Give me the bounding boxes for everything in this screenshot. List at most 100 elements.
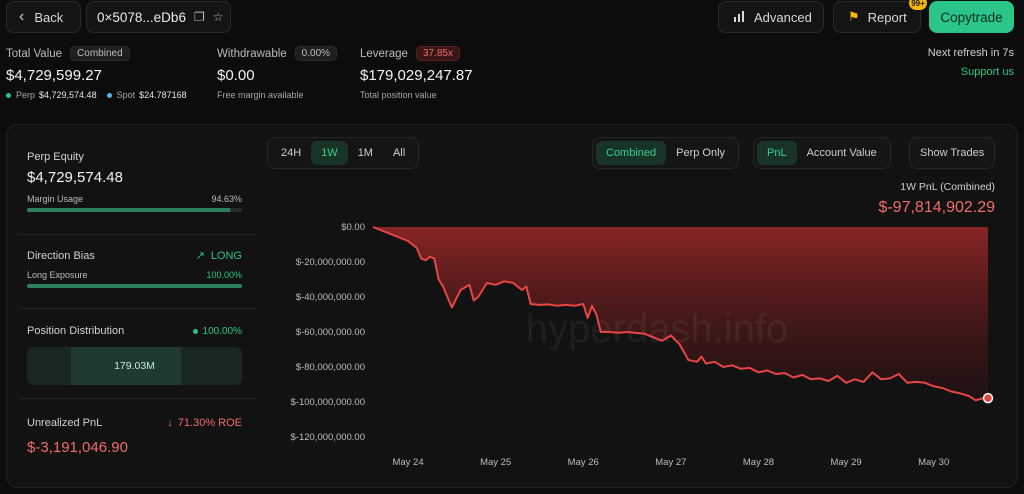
leverage-label: Leverage: [360, 47, 408, 60]
account-stats: Total Value Combined $4,729,599.27 Perp …: [0, 44, 1024, 110]
perp-value: $4,729,574.48: [39, 90, 97, 100]
distribution-value: 179.03M: [114, 360, 155, 372]
view-tab-perp-only[interactable]: Perp Only: [666, 141, 735, 165]
distribution-dot: [192, 328, 198, 334]
direction-bias-card: Direction Bias ↗ LONG Long Exposure 100.…: [27, 249, 242, 288]
portfolio-panel: Perp Equity $4,729,574.48 Margin Usage 9…: [6, 124, 1018, 488]
long-exposure-value: 100.00%: [206, 270, 242, 280]
y-tick-label: $-60,000,000.00: [296, 327, 365, 338]
spot-dot: [106, 92, 112, 98]
back-label: Back: [34, 9, 64, 25]
perp-equity-value: $4,729,574.48: [27, 169, 123, 186]
range-tab-all[interactable]: All: [383, 141, 415, 165]
pnl-chart-svg: $0.00 $-20,000,000.00 $-40,000,000.00 $-60,…: [291, 222, 994, 468]
x-tick-label: May 29: [830, 457, 861, 468]
arrow-down-icon: ↓: [167, 417, 173, 429]
position-distribution-pct: 100.00%: [202, 325, 242, 337]
divider: [19, 398, 258, 399]
view-tab-combined[interactable]: Combined: [596, 141, 667, 165]
margin-usage-label: Margin Usage: [27, 194, 84, 204]
perp-dot: [6, 92, 11, 98]
spot-label: Spot: [116, 90, 136, 100]
y-tick-label: $-100,000,000.00: [291, 397, 365, 408]
withdrawable-label: Withdrawable: [217, 47, 287, 60]
star-icon[interactable]: ☆: [213, 10, 224, 24]
y-tick-label: $-80,000,000.00: [296, 362, 365, 373]
support-link[interactable]: Support us: [961, 66, 1014, 78]
x-tick-label: May 25: [480, 457, 511, 468]
long-exposure-fill: [27, 284, 242, 288]
y-tick-label: $-20,000,000.00: [296, 257, 365, 268]
y-tick-label: $-120,000,000.00: [291, 432, 365, 443]
direction-bias-value: LONG: [210, 249, 242, 262]
y-tick-label: $0.00: [341, 222, 365, 233]
perp-equity-title: Perp Equity: [27, 151, 84, 163]
unrealized-pnl-title: Unrealized PnL: [27, 417, 103, 429]
perp-equity-card: Perp Equity $4,729,574.48 Margin Usage 9…: [27, 151, 242, 212]
report-label: Report: [867, 9, 907, 25]
margin-usage-value: 94.63%: [211, 194, 242, 204]
divider: [19, 308, 258, 309]
x-tick-label: May 27: [655, 457, 686, 468]
leverage-stat: Leverage 37.85x $179,029,247.87 Total po…: [360, 46, 473, 100]
advanced-label: Advanced: [754, 9, 812, 25]
position-distribution-title: Position Distribution: [27, 325, 125, 337]
view-selector: Combined Perp Only: [592, 137, 740, 169]
last-point-marker: [982, 392, 994, 404]
unrealized-pnl-card: Unrealized PnL ↓ 71.30% ROE $-3,191,046.…: [27, 417, 242, 456]
total-value-stat: Total Value Combined $4,729,599.27 Perp …: [6, 46, 197, 100]
perp-label: Perp: [16, 90, 36, 100]
range-tab-1m[interactable]: 1M: [348, 141, 383, 165]
position-distribution-card: Position Distribution 100.00% 179.03M: [27, 325, 242, 385]
roe-value: 71.30% ROE: [177, 417, 242, 429]
margin-usage-fill: [27, 208, 231, 212]
distribution-box[interactable]: 179.03M: [27, 347, 242, 385]
divider: [19, 234, 258, 235]
withdrawable-value: $0.00: [217, 67, 255, 84]
copy-icon[interactable]: ❐: [194, 10, 205, 24]
unrealized-pnl-value: $-3,191,046.90: [27, 439, 128, 456]
wallet-address-chip[interactable]: 0×5078...eDb6 ❐ ☆: [86, 1, 231, 33]
chevron-left-icon: ‹: [19, 8, 25, 25]
trend-up-icon: ↗: [195, 250, 205, 262]
leverage-sub: Total position value: [360, 90, 437, 100]
spot-value: $24.787168: [139, 90, 187, 100]
x-tick-label: May 24: [392, 457, 423, 468]
wallet-address: 0×5078...eDb6: [97, 9, 186, 25]
show-trades-label: Show Trades: [920, 147, 985, 159]
leverage-tag: 37.85x: [415, 46, 460, 61]
x-tick-label: May 28: [743, 457, 774, 468]
top-bar: ‹ Back 0×5078...eDb6 ❐ ☆ Advanced ⚑ Repo…: [0, 0, 1024, 36]
watermark: hyperdash.info: [526, 307, 788, 351]
combined-tag: Combined: [70, 46, 130, 61]
range-selector: 24H 1W 1M All: [267, 137, 420, 169]
metric-tab-account-value[interactable]: Account Value: [797, 141, 887, 165]
x-tick-label: May 26: [568, 457, 599, 468]
refresh-timer: Next refresh in 7s: [927, 47, 1014, 59]
x-tick-label: May 30: [918, 457, 949, 468]
direction-bias-title: Direction Bias: [27, 249, 95, 262]
withdrawable-sub: Free margin available: [217, 90, 304, 100]
metric-selector: PnL Account Value: [753, 137, 891, 169]
withdrawable-stat: Withdrawable 0.00% $0.00 Free margin ava…: [217, 46, 338, 100]
long-exposure-label: Long Exposure: [27, 270, 88, 280]
advanced-button[interactable]: Advanced: [718, 1, 824, 33]
report-button[interactable]: ⚑ Report: [833, 1, 921, 33]
range-tab-1w[interactable]: 1W: [311, 141, 348, 165]
y-tick-label: $-40,000,000.00: [296, 292, 365, 303]
back-button[interactable]: ‹ Back: [6, 1, 81, 33]
leverage-value: $179,029,247.87: [360, 67, 473, 84]
metric-tab-pnl[interactable]: PnL: [757, 141, 797, 165]
margin-usage-bar: [27, 208, 242, 212]
withdrawable-tag: 0.00%: [294, 46, 338, 61]
report-badge: 99+: [909, 0, 927, 10]
copytrade-button[interactable]: Copytrade: [929, 1, 1014, 33]
bar-chart-icon: [733, 10, 746, 25]
show-trades-button[interactable]: Show Trades: [909, 137, 996, 169]
range-tab-24h[interactable]: 24H: [271, 141, 311, 165]
total-value-label: Total Value: [6, 47, 63, 60]
total-value: $4,729,599.27: [6, 67, 102, 84]
pnl-chart[interactable]: $0.00 $-20,000,000.00 $-40,000,000.00 $-60,…: [267, 177, 1012, 482]
flag-icon: ⚑: [848, 9, 860, 24]
long-exposure-bar: [27, 284, 242, 288]
